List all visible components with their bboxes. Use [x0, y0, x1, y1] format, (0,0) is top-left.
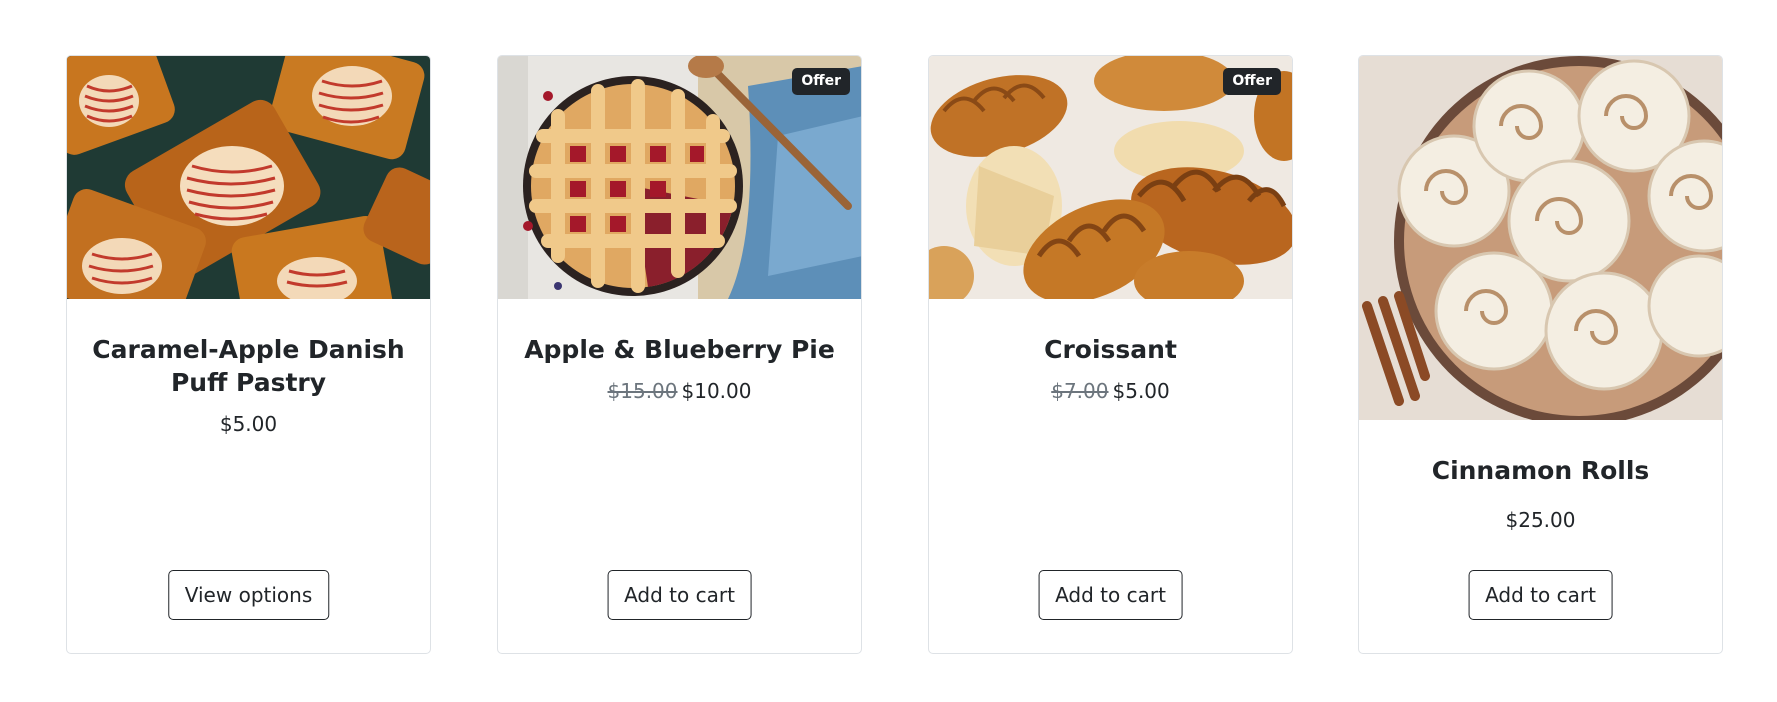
product-card: Offer Croissant $7.00 $5.00 Add to cart: [928, 55, 1293, 654]
product-card: Offer Apple & Blueberry Pie $15.00 $10.00…: [497, 55, 862, 654]
product-title[interactable]: Cinnamon Rolls: [1381, 454, 1700, 487]
product-price: $7.00 $5.00: [951, 378, 1270, 404]
current-price: $25.00: [1505, 508, 1576, 532]
product-card: Cinnamon Rolls $25.00 Add to cart: [1358, 55, 1723, 654]
product-image[interactable]: [67, 56, 430, 299]
product-image[interactable]: Offer: [498, 56, 861, 299]
cinnamon-rolls-photo: [1359, 56, 1722, 420]
danish-pastry-photo: [67, 56, 430, 299]
product-grid: Caramel-Apple Danish Puff Pastry $5.00 V…: [0, 0, 1777, 702]
current-price: $5.00: [219, 412, 278, 436]
product-title[interactable]: Apple & Blueberry Pie: [520, 333, 839, 366]
product-image[interactable]: [1359, 56, 1722, 420]
product-price: $5.00: [89, 411, 408, 437]
product-price: $25.00: [1381, 507, 1700, 533]
current-price: $10.00: [681, 379, 752, 403]
original-price: $7.00: [1051, 379, 1109, 403]
product-title[interactable]: Croissant: [951, 333, 1270, 366]
offer-badge: Offer: [1223, 68, 1281, 95]
view-options-button[interactable]: View options: [167, 570, 330, 620]
offer-badge: Offer: [792, 68, 850, 95]
current-price: $5.00: [1112, 379, 1170, 403]
product-card: Caramel-Apple Danish Puff Pastry $5.00 V…: [66, 55, 431, 654]
add-to-cart-button[interactable]: Add to cart: [1038, 570, 1183, 620]
product-title[interactable]: Caramel-Apple Danish Puff Pastry: [89, 333, 408, 399]
add-to-cart-button[interactable]: Add to cart: [607, 570, 752, 620]
add-to-cart-button[interactable]: Add to cart: [1468, 570, 1613, 620]
product-price: $15.00 $10.00: [520, 378, 839, 404]
original-price: $15.00: [607, 379, 678, 403]
product-image[interactable]: Offer: [929, 56, 1292, 299]
